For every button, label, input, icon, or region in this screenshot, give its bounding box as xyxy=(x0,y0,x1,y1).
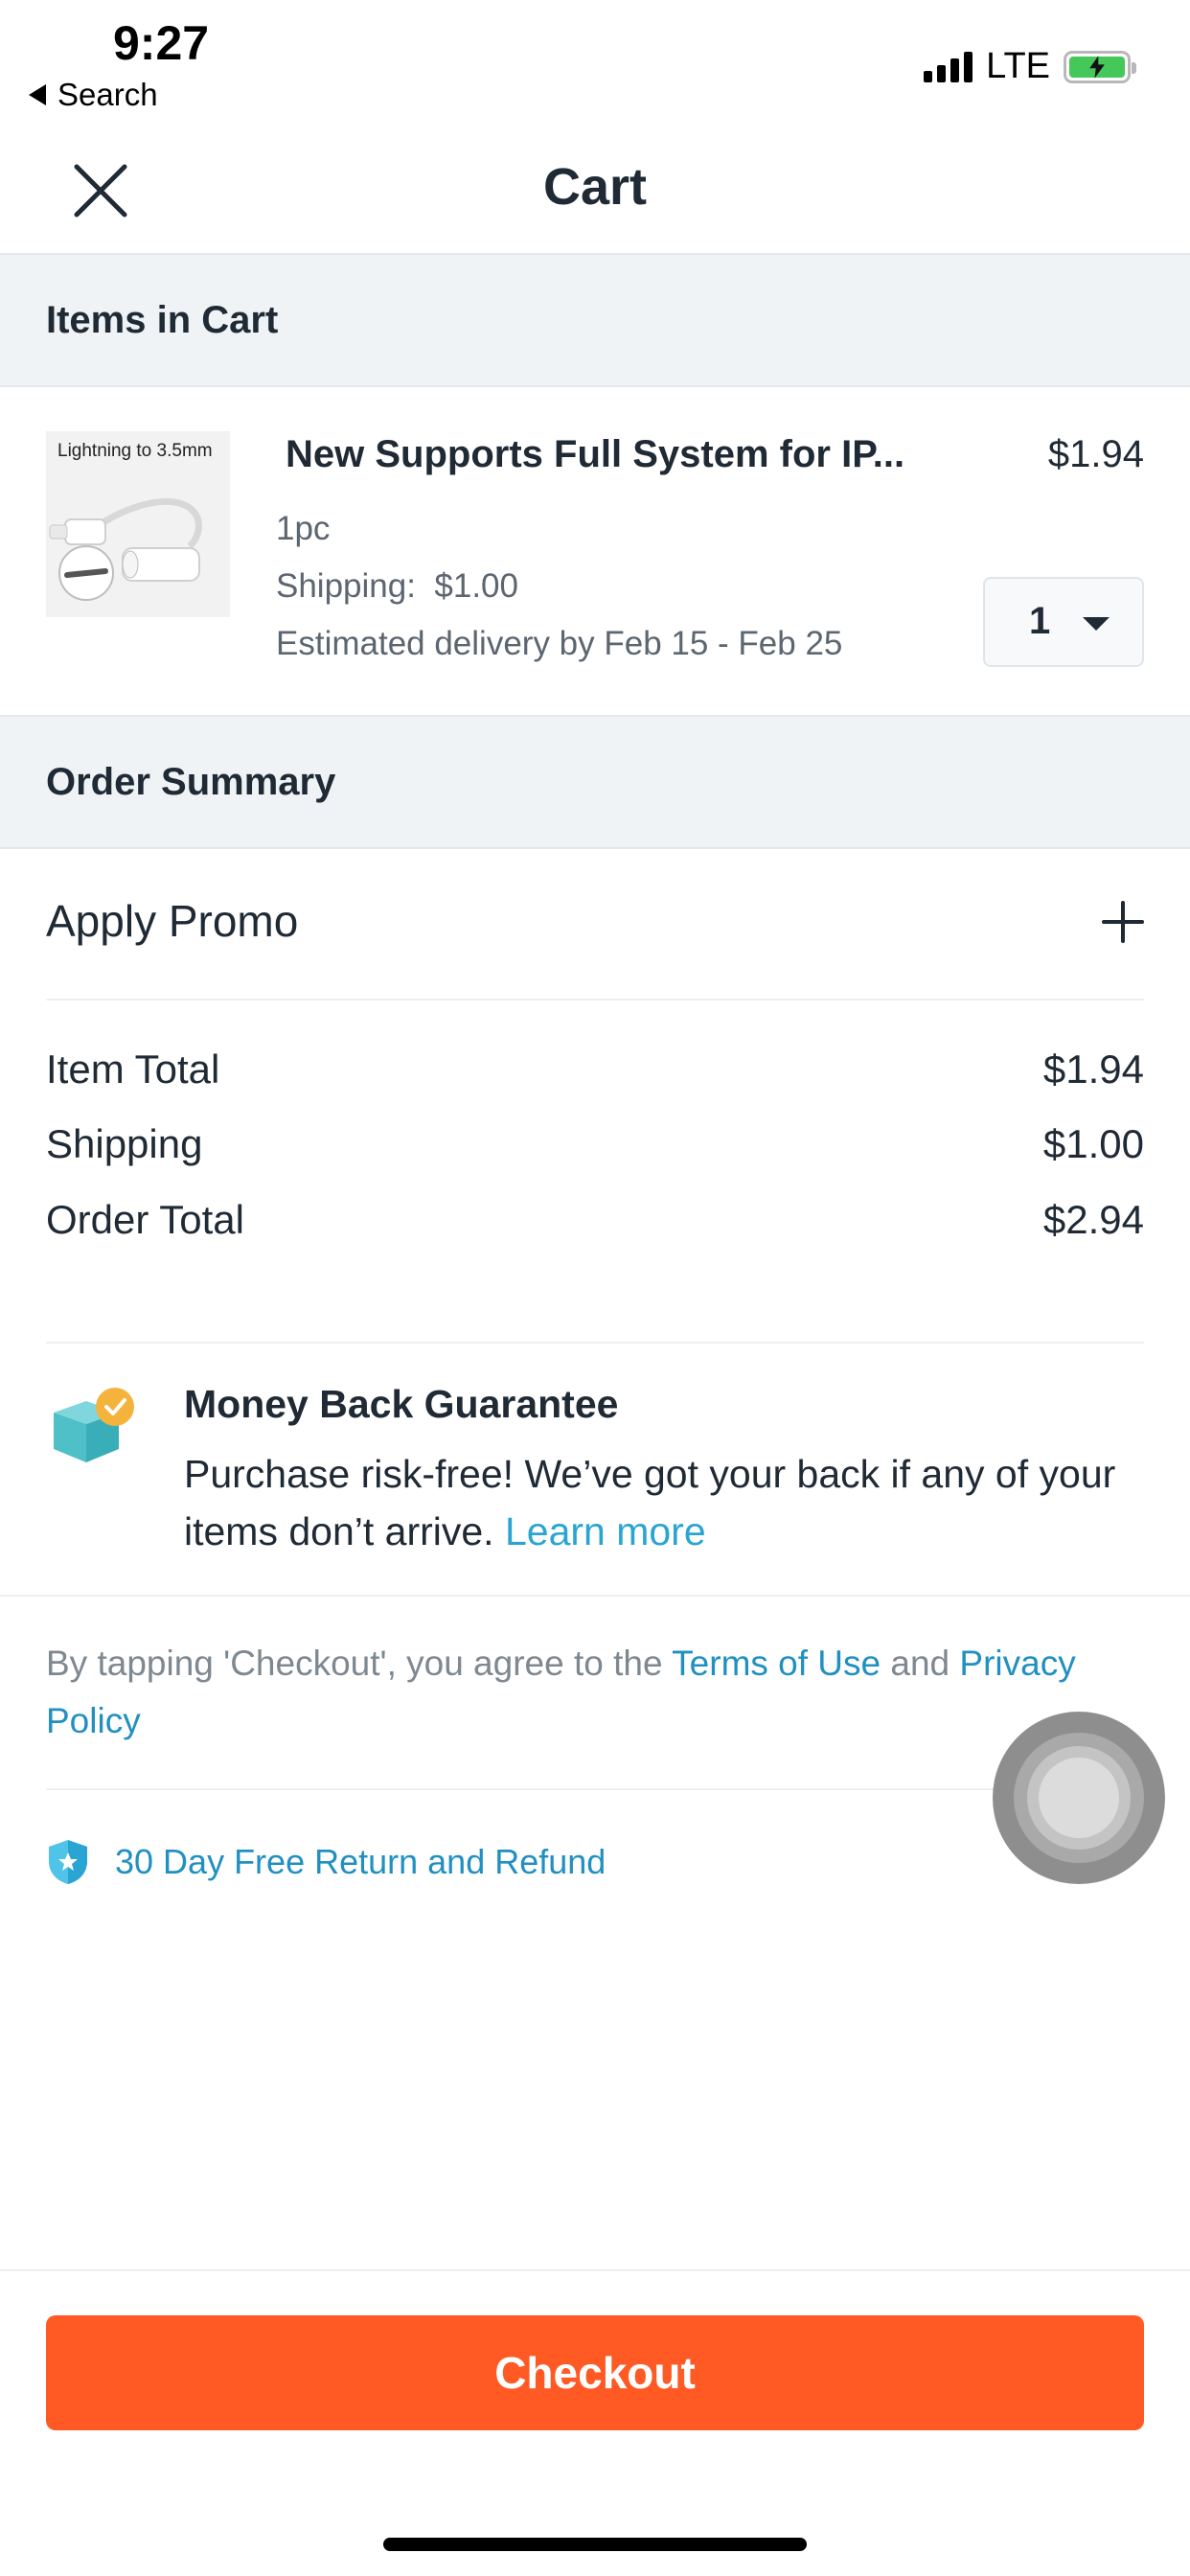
delivery-estimate: Estimated delivery by Feb 15 - Feb 25 xyxy=(276,625,843,662)
summary-section-title: Order Summary xyxy=(46,761,336,803)
quantity-value: 1 xyxy=(1029,600,1051,642)
page-title: Cart xyxy=(542,158,648,216)
product-image[interactable]: Lightning to 3.5mm xyxy=(46,431,230,617)
summary-row-item-total: Item Total $1.94 xyxy=(46,1046,1144,1092)
shipping-value: $1.00 xyxy=(434,567,518,605)
summary-value: $2.94 xyxy=(1042,1197,1144,1242)
back-label: Search xyxy=(57,77,158,112)
divider xyxy=(0,2269,1190,2271)
shipping-label: Shipping: xyxy=(276,567,416,605)
shield-icon xyxy=(49,1840,87,1884)
network-label: LTE xyxy=(986,46,1050,86)
signal-icon xyxy=(924,51,973,82)
status-indicators: LTE xyxy=(924,46,1136,87)
divider xyxy=(46,999,1144,1000)
summary-value: $1.94 xyxy=(1042,1046,1144,1092)
guarantee-title: Money Back Guarantee xyxy=(184,1382,619,1426)
cart-screen: 9:27 Search LTE Cart Items in Cart Light… xyxy=(0,0,1190,2576)
legal-prefix: By tapping 'Checkout', you agree to the xyxy=(46,1644,663,1683)
product-price: $1.94 xyxy=(1047,433,1144,475)
summary-value: $1.00 xyxy=(1042,1121,1144,1166)
divider xyxy=(0,1595,1190,1597)
summary-row-shipping: Shipping $1.00 xyxy=(46,1121,1144,1167)
adapter-illustration xyxy=(49,497,202,601)
back-to-search[interactable]: Search xyxy=(29,77,158,113)
checkout-button[interactable]: Checkout xyxy=(46,2315,1144,2430)
refund-label: 30 Day Free Return and Refund xyxy=(115,1842,606,1881)
learn-more-link[interactable]: Learn more xyxy=(505,1509,706,1553)
plus-icon[interactable] xyxy=(1100,899,1146,945)
divider xyxy=(46,1788,1144,1790)
items-section-header: Items in Cart xyxy=(0,253,1190,387)
legal-notice: By tapping 'Checkout', you agree to the … xyxy=(46,1635,1148,1750)
summary-label: Order Total xyxy=(46,1197,244,1242)
box-icon xyxy=(54,1388,134,1462)
summary-label: Shipping xyxy=(46,1121,203,1166)
status-time: 9:27 xyxy=(113,16,210,70)
battery-icon xyxy=(1064,50,1136,83)
terms-of-use-link[interactable]: Terms of Use xyxy=(672,1644,881,1683)
product-variant: 1pc xyxy=(276,510,331,547)
summary-section-header: Order Summary xyxy=(0,715,1190,849)
legal-conjunction: and xyxy=(890,1644,950,1683)
dropdown-caret-icon xyxy=(1083,617,1110,631)
refund-policy[interactable]: 30 Day Free Return and Refund xyxy=(46,1838,606,1886)
quantity-select[interactable]: 1 xyxy=(983,577,1144,667)
home-indicator[interactable] xyxy=(383,2538,807,2551)
header: Cart xyxy=(0,134,1190,253)
summary-row-order-total: Order Total $2.94 xyxy=(46,1197,1144,1243)
guarantee-text: Purchase risk-free! We’ve got your back … xyxy=(184,1445,1123,1560)
assistive-touch-button[interactable] xyxy=(993,1712,1165,1884)
items-section-title: Items in Cart xyxy=(46,299,279,341)
product-name[interactable]: New Supports Full System for IP... xyxy=(286,433,956,476)
apply-promo[interactable]: Apply Promo xyxy=(46,895,298,947)
back-arrow-icon xyxy=(29,84,46,105)
summary-label: Item Total xyxy=(46,1046,220,1092)
product-shipping: Shipping: $1.00 xyxy=(276,567,518,606)
divider xyxy=(46,1342,1144,1344)
